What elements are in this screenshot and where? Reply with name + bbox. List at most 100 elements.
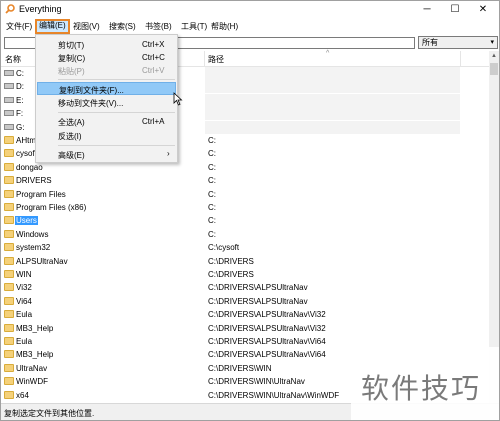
menu-item-label: 复制(C) [58, 54, 86, 63]
file-path: C:\DRIVERS\ALPSUltraNav\Vi32 [208, 310, 326, 320]
menu-separator [58, 79, 175, 80]
column-divider[interactable] [460, 51, 461, 67]
file-row[interactable]: Program Files (x86) C: [1, 201, 489, 214]
scrollbar-thumb[interactable] [490, 63, 498, 75]
file-name: Windows [16, 229, 49, 239]
file-row[interactable]: Vi32 C:\DRIVERS\ALPSUltraNav [1, 281, 489, 294]
file-name: dongao [16, 162, 43, 172]
file-row[interactable]: WIN C:\DRIVERS [1, 268, 489, 281]
file-name: Program Files (x86) [16, 203, 87, 212]
file-path: C: [208, 136, 216, 145]
scroll-up-icon[interactable]: ▲ [489, 51, 499, 61]
folder-icon [4, 162, 14, 171]
close-button[interactable]: ✕ [469, 1, 497, 18]
file-name: Vi32 [16, 283, 32, 293]
file-path: C: [208, 229, 216, 239]
column-name-header[interactable]: 名称 [5, 54, 21, 65]
file-path: C:\DRIVERS\WIN [208, 363, 272, 373]
sort-arrow-icon: ^ [326, 50, 330, 57]
menu-search[interactable]: 搜索(S) [107, 20, 138, 33]
menu-item-advanced[interactable]: 高级(E) › [37, 148, 176, 161]
file-name: MB3_Help [16, 350, 54, 360]
menu-item-shortcut: Ctrl+A [142, 117, 165, 126]
folder-icon [4, 296, 14, 305]
menu-item-shortcut: Ctrl+C [142, 53, 165, 62]
app-window: Everything ─ ☐ ✕ 文件(F) 编辑(E) 视图(V) 搜索(S)… [0, 0, 500, 421]
folder-icon [4, 243, 14, 252]
folder-icon [4, 229, 14, 238]
menu-item-move-to-folder[interactable]: 移动到文件夹(V)... [37, 96, 176, 109]
folder-icon [4, 323, 14, 332]
menu-item-cut[interactable]: 剪切(T) Ctrl+X [37, 38, 176, 51]
menu-bar: 文件(F) 编辑(E) 视图(V) 搜索(S) 书签(B) 工具(T) 帮助(H… [1, 18, 499, 34]
file-name: UltraNav [16, 363, 48, 373]
folder-icon [4, 390, 14, 399]
file-row[interactable]: DRIVERS C: [1, 174, 489, 187]
file-name: Vi64 [16, 296, 32, 306]
maximize-button[interactable]: ☐ [441, 1, 469, 18]
file-path: C: [208, 162, 216, 172]
column-path-header[interactable]: 路径 [208, 54, 224, 65]
watermark: 软件技巧 [351, 347, 499, 420]
menu-item-shortcut: Ctrl+X [142, 40, 165, 49]
menu-help[interactable]: 帮助(H) [209, 20, 240, 33]
file-name: Users [15, 216, 38, 226]
file-name: system32 [16, 243, 51, 253]
column-divider[interactable] [204, 51, 205, 67]
file-path: C:\DRIVERS [208, 256, 254, 266]
folder-icon [4, 270, 14, 278]
menu-item-invert-selection[interactable]: 反选(I) [37, 129, 176, 142]
folder-icon [4, 337, 14, 345]
menu-separator [58, 112, 175, 113]
file-row[interactable]: ALPSUltraNav C:\DRIVERS [1, 255, 489, 268]
file-name: Eula [16, 310, 33, 320]
file-row[interactable]: Program Files C: [1, 188, 489, 201]
minimize-button[interactable]: ─ [413, 1, 441, 18]
folder-icon [4, 350, 14, 359]
folder-icon [4, 216, 14, 225]
menu-item-paste[interactable]: 粘贴(P) Ctrl+V [37, 64, 176, 77]
menu-bookmarks[interactable]: 书签(B) [143, 20, 174, 33]
file-row[interactable]: Vi64 C:\DRIVERS\ALPSUltraNav [1, 295, 489, 308]
file-row[interactable]: system32 C:\cysoft [1, 241, 489, 254]
file-row[interactable]: Eula C:\DRIVERS\ALPSUltraNav\Vi32 [1, 308, 489, 321]
file-name: G: [16, 122, 25, 132]
file-path: C:\DRIVERS\ALPSUltraNav\Vi64 [208, 350, 326, 360]
file-row[interactable]: Users C: [1, 214, 489, 227]
file-name: cysof [16, 149, 35, 159]
row-path-cell [205, 80, 460, 94]
menu-item-select-all[interactable]: 全选(A) Ctrl+A [37, 115, 176, 128]
folder-icon [4, 256, 14, 265]
file-name: F: [16, 109, 24, 119]
menu-file[interactable]: 文件(F) [4, 20, 34, 33]
menu-item-label: 剪切(T) [58, 41, 85, 50]
file-name: ALPSUltraNav [16, 256, 68, 266]
folder-icon [4, 377, 14, 386]
menu-item-label: 粘贴(P) [58, 67, 85, 76]
file-path: C:\DRIVERS [208, 270, 254, 279]
menu-view[interactable]: 视图(V) [71, 20, 102, 33]
window-title: Everything [19, 4, 62, 14]
file-row[interactable]: MB3_Help C:\DRIVERS\ALPSUltraNav\Vi32 [1, 322, 489, 335]
filter-select[interactable]: 所有 ▾ [418, 36, 498, 49]
title-bar: Everything ─ ☐ ✕ [1, 1, 499, 18]
row-path-cell [205, 107, 460, 121]
row-path-cell [205, 93, 460, 107]
menu-item-copy-to-folder[interactable]: 复制到文件夹(F)... [37, 82, 176, 95]
file-name: MB3_Help [16, 323, 54, 333]
menu-item-label: 移动到文件夹(V)... [58, 99, 124, 108]
drive-icon [4, 70, 14, 76]
file-path: C: [208, 189, 216, 199]
menu-item-copy[interactable]: 复制(C) Ctrl+C [37, 51, 176, 64]
file-path: C:\cysoft [208, 243, 240, 253]
file-path: C: [208, 149, 216, 159]
file-name: WIN [16, 270, 32, 279]
drive-icon [4, 110, 14, 117]
menu-item-label: 反选(I) [58, 132, 82, 141]
menu-tools[interactable]: 工具(T) [179, 20, 209, 33]
folder-icon [4, 149, 14, 158]
drive-icon [4, 96, 14, 103]
file-row[interactable]: Windows C: [1, 228, 489, 241]
folder-icon [4, 189, 14, 198]
menu-edit[interactable]: 编辑(E) [35, 19, 70, 34]
